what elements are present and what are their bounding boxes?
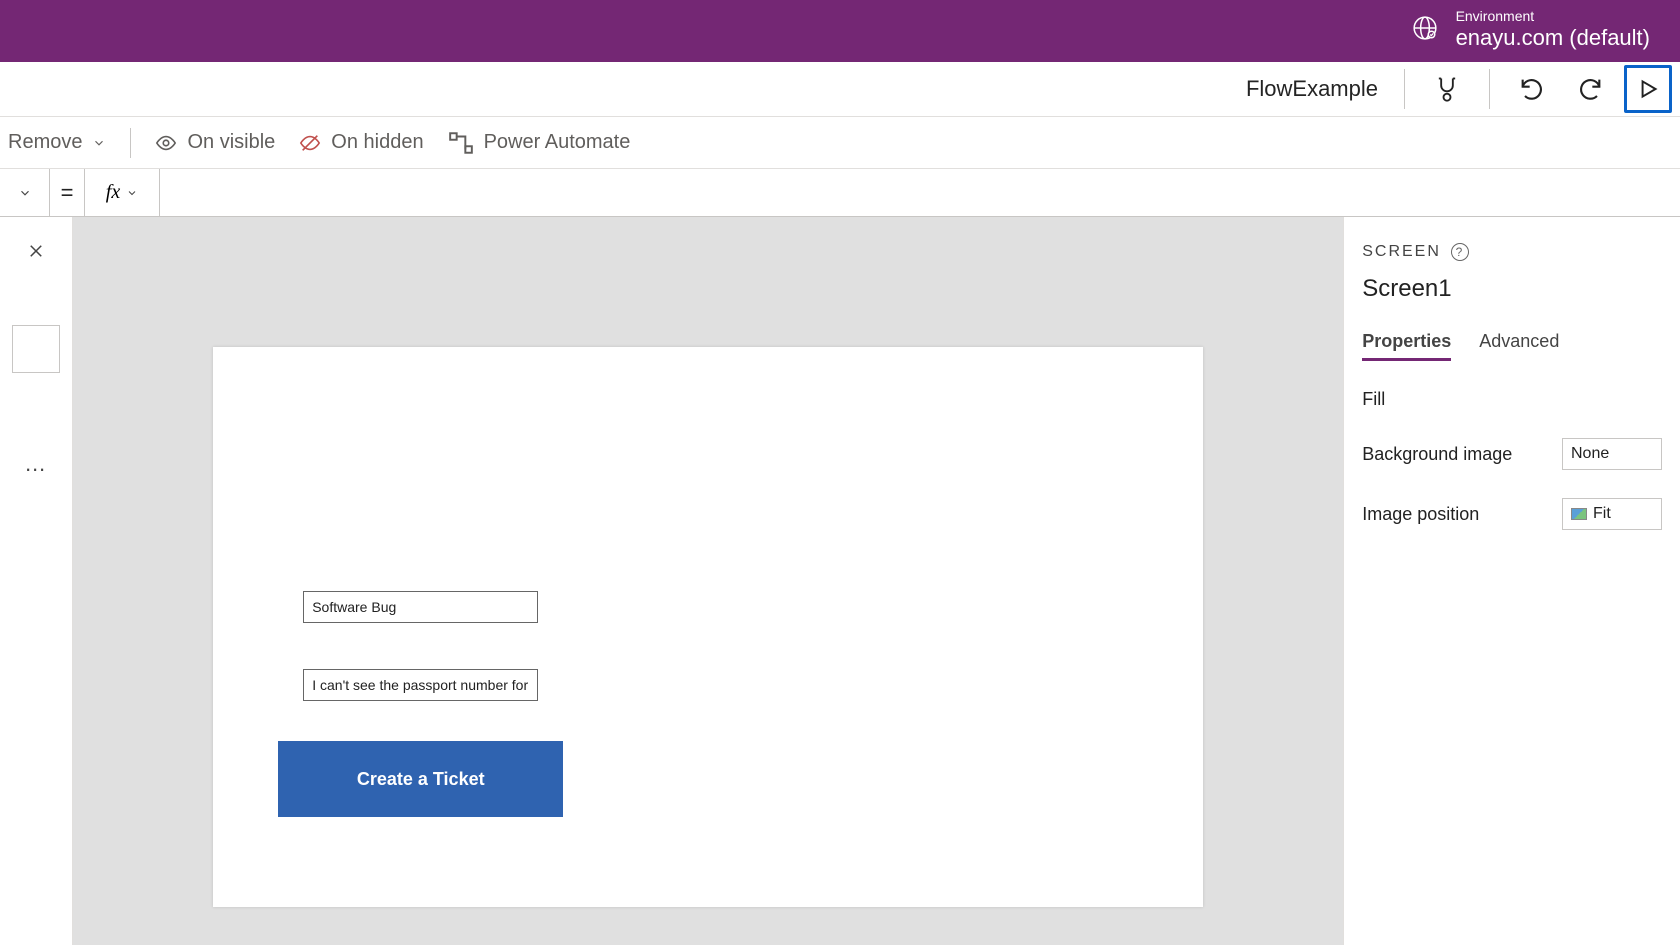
main-area: … Create a Ticket SCREEN ? Screen1 Prope… — [0, 217, 1680, 945]
power-automate-label: Power Automate — [484, 131, 631, 154]
screen-canvas[interactable]: Create a Ticket — [213, 347, 1203, 907]
undo-button[interactable] — [1508, 65, 1556, 113]
preview-button[interactable] — [1624, 65, 1672, 113]
image-icon — [1571, 508, 1587, 520]
chevron-down-icon — [18, 186, 32, 200]
environment-block[interactable]: Environment enayu.com (default) — [1412, 9, 1650, 54]
equals-sign: = — [50, 180, 84, 206]
image-position-value: Fit — [1593, 505, 1611, 523]
eye-off-icon — [299, 132, 321, 154]
separator — [1404, 69, 1405, 109]
on-visible-button[interactable]: On visible — [155, 131, 275, 154]
on-hidden-label: On hidden — [331, 131, 423, 154]
property-dropdown[interactable] — [0, 169, 50, 216]
properties-panel: SCREEN ? Screen1 Properties Advanced Fil… — [1343, 217, 1680, 945]
remove-button[interactable]: Remove — [8, 131, 106, 154]
eye-icon — [155, 132, 177, 154]
environment-name: enayu.com (default) — [1456, 23, 1650, 54]
background-image-label: Background image — [1362, 444, 1512, 465]
flow-icon — [448, 130, 474, 156]
image-position-label: Image position — [1362, 504, 1479, 525]
titlebar: Environment enayu.com (default) — [0, 0, 1680, 62]
app-checker-button[interactable] — [1423, 65, 1471, 113]
panel-heading: SCREEN — [1362, 243, 1441, 261]
left-rail: … — [0, 217, 73, 945]
app-name: FlowExample — [1246, 76, 1378, 102]
tab-advanced[interactable]: Advanced — [1479, 331, 1559, 361]
separator — [1489, 69, 1490, 109]
background-image-dropdown[interactable]: None — [1562, 438, 1662, 470]
redo-button[interactable] — [1566, 65, 1614, 113]
help-icon[interactable]: ? — [1451, 243, 1469, 261]
power-automate-button[interactable]: Power Automate — [448, 130, 631, 156]
image-position-dropdown[interactable]: Fit — [1562, 498, 1662, 530]
close-tree-button[interactable] — [20, 235, 52, 267]
environment-label: Environment — [1456, 9, 1650, 23]
on-visible-label: On visible — [187, 131, 275, 154]
screen-name: Screen1 — [1362, 275, 1662, 303]
close-icon — [27, 242, 45, 260]
create-ticket-label: Create a Ticket — [357, 769, 485, 790]
canvas-area[interactable]: Create a Ticket — [73, 217, 1343, 945]
remove-label: Remove — [8, 131, 82, 154]
background-image-value: None — [1571, 445, 1609, 463]
fx-label: fx — [106, 181, 120, 204]
action-row: Remove On visible On hidden Power Automa… — [0, 117, 1680, 169]
tree-screen-thumb[interactable] — [12, 325, 60, 373]
description-input[interactable] — [303, 669, 538, 701]
tree-more-button[interactable]: … — [24, 451, 48, 477]
formula-input[interactable] — [160, 169, 1680, 216]
app-toolbar: FlowExample — [0, 62, 1680, 117]
globe-icon — [1412, 15, 1438, 46]
on-hidden-button[interactable]: On hidden — [299, 131, 423, 154]
tab-properties[interactable]: Properties — [1362, 331, 1451, 361]
fill-label: Fill — [1362, 389, 1385, 410]
separator — [130, 128, 131, 158]
environment-text: Environment enayu.com (default) — [1456, 9, 1650, 54]
create-ticket-button[interactable]: Create a Ticket — [278, 741, 563, 817]
fx-button[interactable]: fx — [84, 169, 160, 216]
title-input[interactable] — [303, 591, 538, 623]
chevron-down-icon — [126, 187, 138, 199]
chevron-down-icon — [92, 136, 106, 150]
formula-bar: = fx — [0, 169, 1680, 217]
